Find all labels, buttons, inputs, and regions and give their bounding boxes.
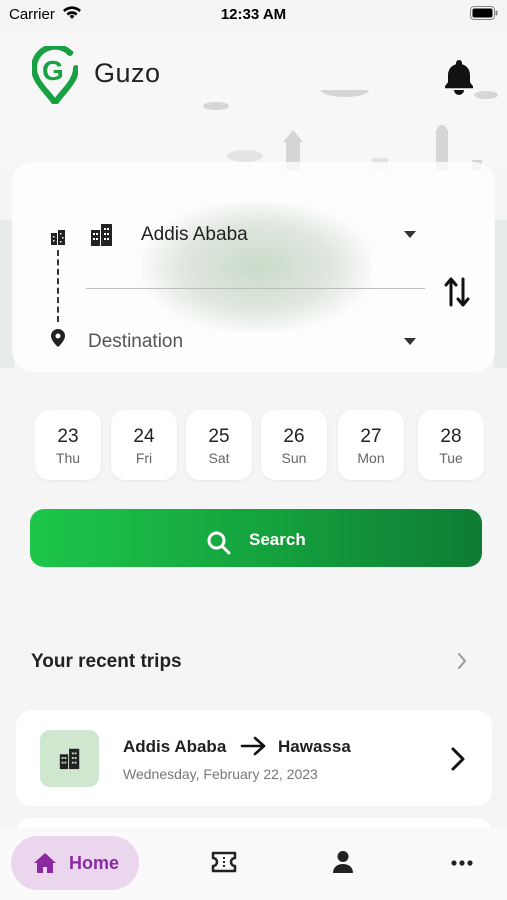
- date-chip[interactable]: 24 Fri: [111, 410, 177, 480]
- search-button-label: Search: [249, 530, 306, 549]
- trip-origin: Addis Ababa: [123, 737, 227, 756]
- date-day: 27: [360, 426, 382, 447]
- date-day: 24: [133, 426, 155, 447]
- profile-icon[interactable]: [332, 850, 354, 874]
- more-icon[interactable]: [451, 860, 473, 866]
- chevron-right-icon[interactable]: [456, 652, 468, 670]
- card-backdrop-blur: [142, 202, 372, 332]
- date-selector: 23 Thu 24 Fri 25 Sat 26 Sun 27 Mon 28 Tu…: [35, 410, 485, 482]
- origin-select[interactable]: Addis Ababa: [141, 224, 248, 246]
- date-day: 26: [283, 426, 305, 447]
- bell-icon[interactable]: [442, 57, 476, 102]
- date-weekday: Mon: [357, 450, 385, 466]
- ticket-icon[interactable]: [211, 851, 237, 873]
- date-weekday: Sat: [208, 450, 230, 466]
- home-icon: [34, 853, 56, 873]
- trip-destination: Hawassa: [278, 737, 351, 756]
- battery-icon: [470, 6, 498, 20]
- destination-pin-icon: [51, 329, 65, 352]
- date-weekday: Sun: [281, 450, 307, 466]
- status-bar: Carrier 12:33 AM: [0, 0, 507, 30]
- arrow-right-icon: [240, 736, 266, 756]
- origin-dropdown-caret-icon[interactable]: [404, 231, 416, 239]
- svg-text:G: G: [42, 55, 64, 86]
- field-divider: [86, 288, 425, 289]
- city-icon: [89, 221, 115, 252]
- date-day: 23: [57, 426, 79, 447]
- chevron-right-icon[interactable]: [450, 746, 466, 772]
- destination-dropdown-caret-icon[interactable]: [404, 338, 416, 346]
- clock: 12:33 AM: [220, 6, 287, 23]
- date-chip[interactable]: 25 Sat: [186, 410, 252, 480]
- destination-select[interactable]: Destination: [88, 331, 183, 353]
- date-chip[interactable]: 28 Tue: [418, 410, 484, 480]
- guzo-logo-icon: G: [30, 43, 79, 109]
- city-icon: [58, 746, 82, 775]
- app-name: Guzo: [94, 58, 161, 88]
- tab-home-label: Home: [69, 853, 120, 873]
- date-day: 28: [440, 426, 462, 447]
- search-icon: [207, 531, 231, 555]
- recent-trips-title: Your recent trips: [31, 651, 182, 672]
- date-chip[interactable]: 23 Thu: [35, 410, 101, 480]
- trip-date: Wednesday, February 22, 2023: [123, 766, 318, 782]
- date-weekday: Thu: [55, 450, 81, 466]
- date-chip[interactable]: 26 Sun: [261, 410, 327, 480]
- swap-vertical-icon[interactable]: [443, 275, 471, 314]
- date-day: 25: [208, 426, 230, 447]
- origin-building-icon: [49, 228, 67, 251]
- date-weekday: Tue: [439, 450, 463, 466]
- date-weekday: Fri: [135, 450, 153, 466]
- trip-search-card: [12, 162, 495, 372]
- background-strip-right: [494, 220, 507, 368]
- date-chip[interactable]: 27 Mon: [338, 410, 404, 480]
- route-dashed-line: [57, 250, 59, 322]
